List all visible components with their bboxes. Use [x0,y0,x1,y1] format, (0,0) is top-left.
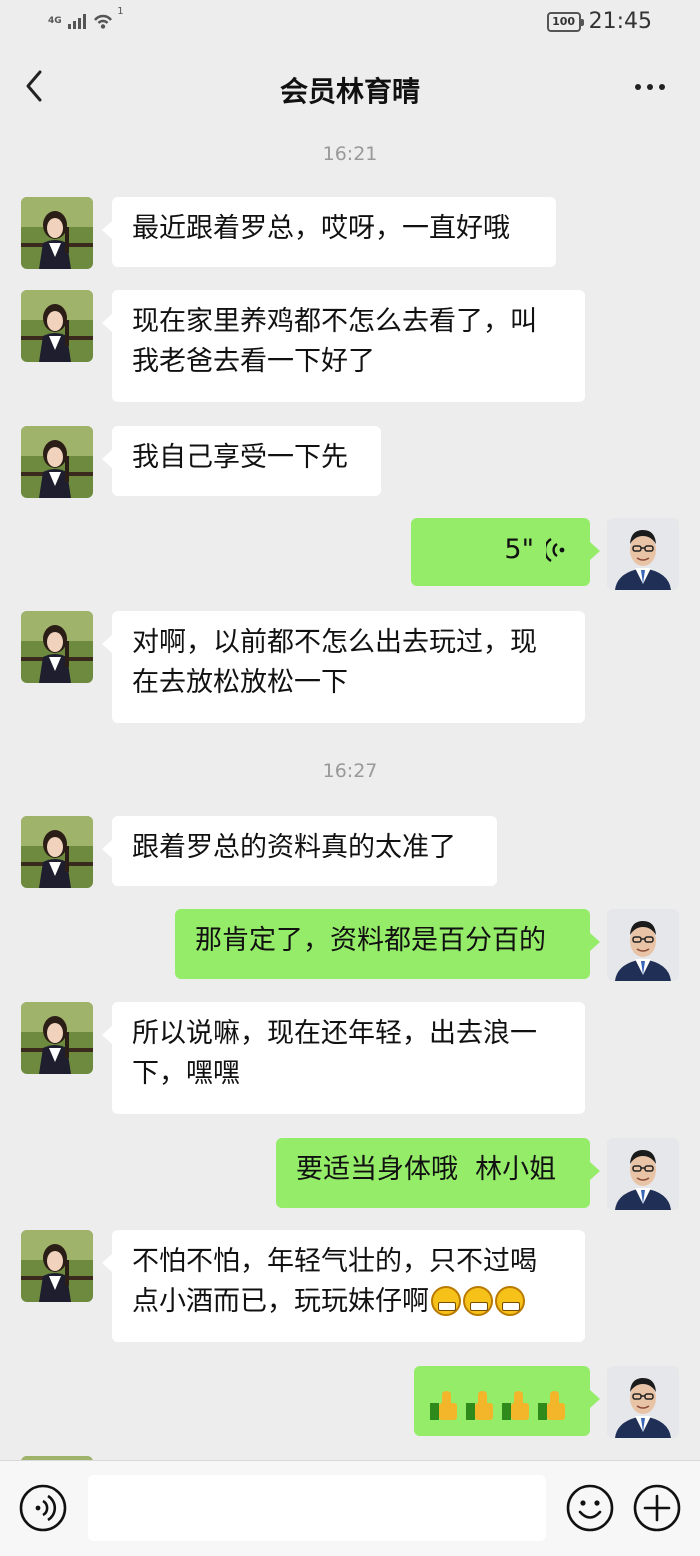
my-avatar[interactable] [607,1138,679,1210]
message-text-line: 所以说嘛，现在还年轻，出去浪一 [132,1018,537,1049]
voice-input-icon [19,1484,67,1532]
more-button[interactable] [630,72,670,102]
wifi-icon: 1 [92,6,124,32]
thumbs-up-emoji-icon [502,1390,536,1420]
plus-icon [633,1484,681,1532]
my-avatar[interactable] [607,909,679,981]
voice-wave-icon [546,537,565,563]
message-bubble[interactable]: 我自己享受一下先 [102,426,381,496]
message-text-line-with-emoji: 点小酒而已，玩玩妹仔啊 [132,1282,565,1322]
contact-avatar[interactable] [21,816,93,888]
message-text: 那肯定了，资料都是百分百的 [195,925,546,956]
voice-duration: 5" [504,534,534,565]
message-text-line: 不怕不怕，年轻气壮的，只不过喝 [132,1246,537,1277]
wifi-label: 1 [117,6,124,17]
more-functions-button[interactable] [632,1483,682,1533]
signal-icon [67,13,86,29]
battery-icon: 100 [546,11,584,32]
message-text: 要适当身体哦 林小姐 [296,1154,557,1185]
grin-emoji-icon [463,1285,493,1316]
timestamp: 16:27 [322,760,378,782]
voice-content: 5" [504,530,568,570]
message-bubble[interactable]: 那肯定了，资料都是百分百的 [175,909,600,979]
message-bubble[interactable]: 要适当身体哦 林小姐 [276,1138,600,1208]
status-left: 4G 1 [48,6,124,32]
network-type: 4G [48,15,62,26]
message-input[interactable] [88,1475,546,1541]
voice-input-button[interactable] [18,1483,68,1533]
emoji-button[interactable] [565,1483,615,1533]
message-bubble[interactable]: 不怕不怕，年轻气壮的，只不过喝 点小酒而已，玩玩妹仔啊 [102,1230,585,1342]
smiley-icon [566,1484,614,1532]
message-bubble[interactable]: 所以说嘛，现在还年轻，出去浪一 下，嘿嘿 [102,1002,585,1114]
contact-avatar[interactable] [21,290,93,362]
message-text-line: 对啊，以前都不怎么出去玩过，现 [132,627,537,658]
contact-avatar[interactable] [21,1002,93,1074]
message-text-line: 现在家里养鸡都不怎么去看了，叫 [132,306,537,337]
thumbs-up-emoji-icon [466,1390,500,1420]
message-text: 跟着罗总的资料真的太准了 [132,832,456,863]
chat-header: 会员林育晴 [0,46,700,128]
message-bubble[interactable]: 最近跟着罗总，哎呀，一直好哦 [102,197,556,267]
contact-avatar[interactable] [21,426,93,498]
grin-emoji-icon [495,1285,525,1316]
message-bubble[interactable]: 跟着罗总的资料真的太准了 [102,816,497,886]
my-avatar[interactable] [607,1366,679,1438]
contact-avatar[interactable] [21,197,93,269]
contact-avatar[interactable] [21,1230,93,1302]
voice-message-bubble[interactable]: 5" [411,518,600,586]
status-bar: 4G 1 100 21:45 [0,0,700,46]
message-bubble[interactable]: 现在家里养鸡都不怎么去看了，叫 我老爸去看一下好了 [102,290,585,402]
more-dots-icon [635,84,665,90]
message-text-line: 在去放松放松一下 [132,667,348,698]
message-text-line: 点小酒而已，玩玩妹仔啊 [132,1286,429,1317]
timestamp: 16:21 [322,143,378,165]
thumbs-up-emoji-icon [538,1390,572,1420]
message-text: 我自己享受一下先 [132,442,348,473]
chat-title: 会员林育晴 [279,75,420,108]
input-bar [0,1460,700,1556]
emoji-message-bubble[interactable] [414,1366,600,1436]
grin-emoji-icon [431,1285,461,1316]
my-avatar[interactable] [607,518,679,590]
contact-avatar[interactable] [21,611,93,683]
message-text: 最近跟着罗总，哎呀，一直好哦 [132,213,510,244]
message-bubble[interactable]: 对啊，以前都不怎么出去玩过，现 在去放松放松一下 [102,611,585,723]
status-time: 21:45 [588,9,652,34]
status-right: 100 21:45 [546,9,652,34]
message-text-line: 下，嘿嘿 [132,1058,240,1089]
thumbs-up-emoji-icon [430,1390,464,1420]
message-text-line: 我老爸去看一下好了 [132,346,375,377]
